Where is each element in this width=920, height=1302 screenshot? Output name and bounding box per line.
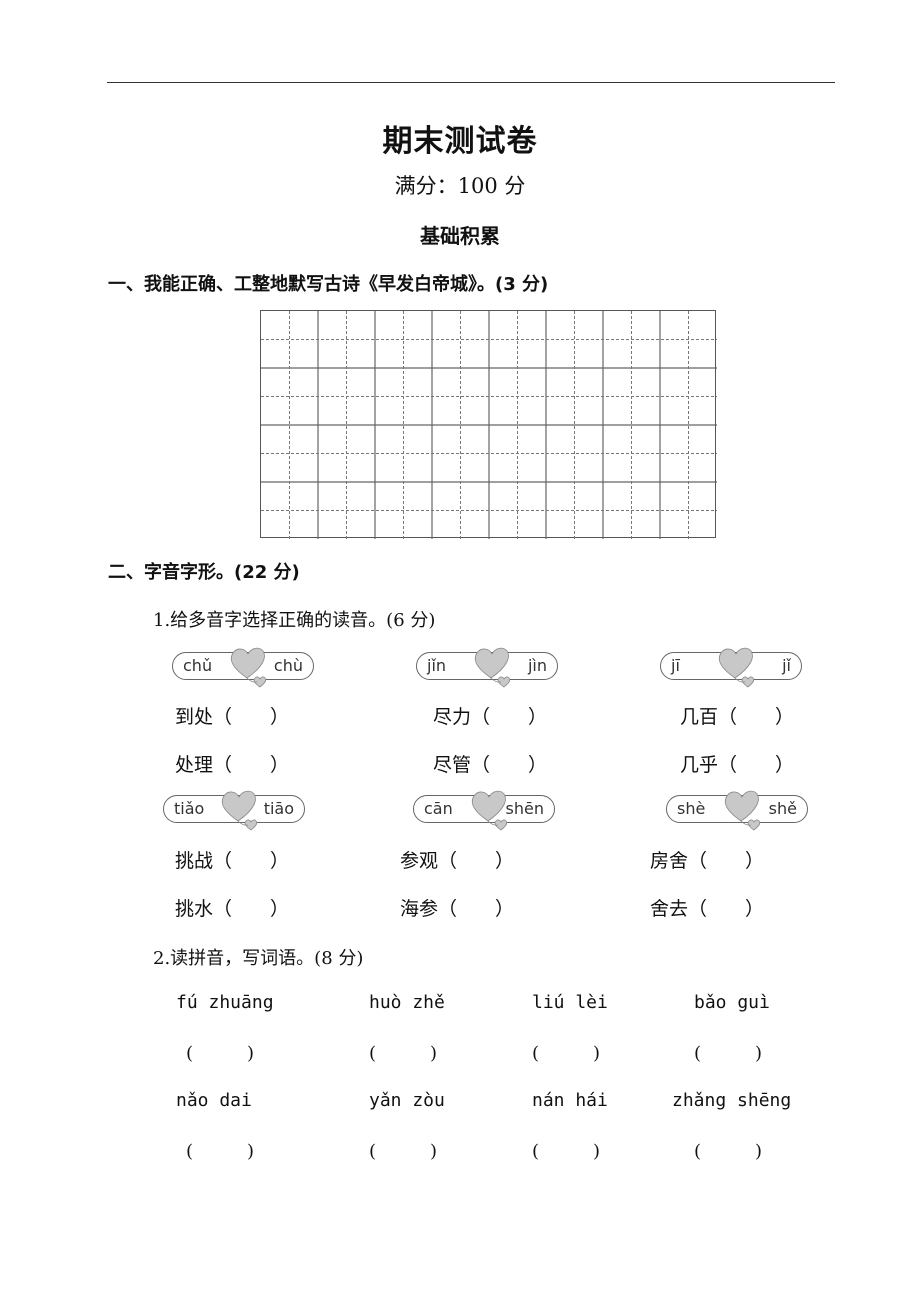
polyphone-word-blank[interactable]: 尽管（ ） — [433, 750, 547, 777]
pinyin-options-pill: cān shēn — [413, 790, 555, 831]
pinyin-prompt: liú lèi — [532, 992, 608, 1013]
part-2-heading: 2.读拼音，写词语。(8 分) — [153, 948, 364, 969]
pinyin-prompt: fú zhuāng — [176, 992, 274, 1013]
polyphone-word-blank[interactable]: 尽力（ ） — [433, 702, 547, 729]
polyphone-word-blank[interactable]: 参观（ ） — [400, 846, 514, 873]
pinyin-prompt: yǎn zòu — [369, 1090, 445, 1111]
pinyin-option: tiǎo — [174, 799, 205, 818]
tianzige-grid-lines — [261, 311, 717, 539]
answer-blank[interactable]: ( ) — [369, 1039, 437, 1065]
pinyin-option: shě — [768, 799, 797, 818]
pinyin-options-pill: jǐn jìn — [416, 647, 558, 688]
page-title: 期末测试卷 — [382, 124, 538, 159]
pinyin-option: chù — [273, 656, 303, 675]
pinyin-prompt: bǎo guì — [694, 992, 770, 1013]
polyphone-word-blank[interactable]: 处理（ ） — [175, 750, 289, 777]
pinyin-prompt: nán hái — [532, 1090, 608, 1111]
polyphone-word-blank[interactable]: 挑战（ ） — [175, 846, 289, 873]
pinyin-prompt: zhǎng shēng — [672, 1090, 792, 1111]
pinyin-option: shēn — [505, 799, 544, 818]
pinyin-option: jī — [671, 656, 680, 675]
question-2-heading: 二、字音字形。(22 分) — [108, 562, 300, 583]
polyphone-word-blank[interactable]: 挑水（ ） — [175, 894, 289, 921]
section-title: 基础积累 — [420, 224, 500, 248]
answer-blank[interactable]: ( ) — [694, 1039, 762, 1065]
part-1-heading: 1.给多音字选择正确的读音。(6 分) — [153, 610, 436, 631]
polyphone-word-blank[interactable]: 几百（ ） — [680, 702, 794, 729]
answer-blank[interactable]: ( ) — [532, 1137, 600, 1163]
pinyin-options-pill: shè shě — [666, 790, 808, 831]
pinyin-option: chǔ — [183, 656, 213, 675]
answer-blank[interactable]: ( ) — [532, 1039, 600, 1065]
heart-icon — [471, 645, 527, 693]
answer-blank[interactable]: ( ) — [186, 1039, 254, 1065]
answer-blank[interactable]: ( ) — [369, 1137, 437, 1163]
polyphone-word-blank[interactable]: 房舍（ ） — [650, 846, 764, 873]
pinyin-option: shè — [677, 799, 706, 818]
pinyin-option: cān — [424, 799, 453, 818]
top-rule — [107, 82, 835, 83]
pinyin-options-pill: tiǎo tiāo — [163, 790, 305, 831]
polyphone-word-blank[interactable]: 海参（ ） — [400, 894, 514, 921]
pinyin-options-pill: chǔ chù — [172, 647, 314, 688]
answer-blank[interactable]: ( ) — [186, 1137, 254, 1163]
heart-icon — [715, 645, 771, 693]
answer-blank[interactable]: ( ) — [694, 1137, 762, 1163]
polyphone-word-blank[interactable]: 到处（ ） — [175, 702, 289, 729]
full-score: 满分：100 分 — [394, 174, 526, 198]
writing-grid[interactable] — [260, 310, 717, 539]
pinyin-prompt: huò zhě — [369, 992, 445, 1013]
polyphone-word-blank[interactable]: 舍去（ ） — [650, 894, 764, 921]
pinyin-option: jìn — [527, 656, 547, 675]
pinyin-options-pill: jī jǐ — [660, 647, 802, 688]
pinyin-prompt: nǎo dai — [176, 1090, 252, 1111]
polyphone-word-blank[interactable]: 几乎（ ） — [680, 750, 794, 777]
question-1-heading: 一、我能正确、工整地默写古诗《早发白帝城》。(3 分) — [108, 274, 549, 295]
pinyin-option: jǐn — [427, 656, 447, 675]
pinyin-option: tiāo — [263, 799, 294, 818]
pinyin-option: jǐ — [782, 656, 791, 675]
